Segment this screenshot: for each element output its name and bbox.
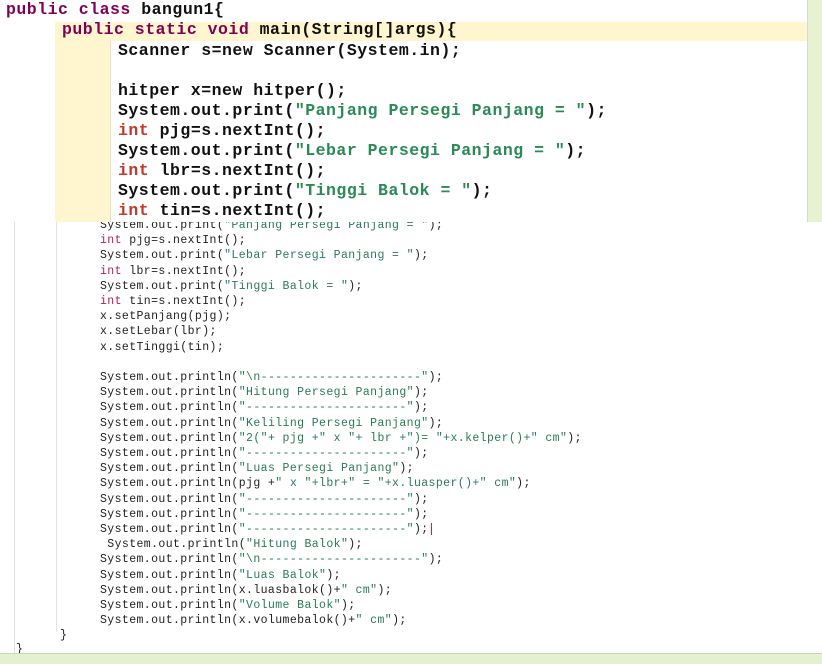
- code-line[interactable]: int pjg=s.nextInt();: [100, 233, 246, 248]
- code-line[interactable]: System.out.println(x.volumebalok()+" cm"…: [100, 613, 407, 628]
- keyword-token: int: [118, 121, 150, 140]
- keyword-token: int: [118, 161, 150, 180]
- keyword-token: public static void: [62, 20, 250, 39]
- code-text: System.out.print("Tinggi Balok = ");: [118, 181, 493, 200]
- code-line[interactable]: System.out.println(pjg +" x "+lbr+" = "+…: [100, 476, 531, 491]
- line-gutter: [0, 222, 14, 664]
- code-line[interactable]: System.out.print("Lebar Persegi Panjang …: [118, 141, 586, 161]
- editor-scroll-strip[interactable]: [808, 0, 822, 222]
- code-line[interactable]: System.out.println("--------------------…: [100, 446, 429, 461]
- code-line[interactable]: public class bangun1{: [6, 0, 224, 20]
- code-line[interactable]: x.setLebar(lbr);: [100, 324, 217, 339]
- code-text: tin=s.nextInt();: [149, 201, 327, 220]
- code-line[interactable]: Scanner s=new Scanner(System.in);: [118, 41, 461, 61]
- indent-guide: [56, 222, 57, 632]
- code-line[interactable]: System.out.println("Luas Persegi Panjang…: [100, 461, 414, 476]
- editor-bottom-panel[interactable]: System.out.print("Panjang Persegi Panjan…: [0, 222, 822, 664]
- code-line[interactable]: System.out.println("Keliling Persegi Pan…: [100, 416, 443, 431]
- code-line[interactable]: hitper x=new hitper();: [118, 81, 347, 101]
- code-text: Scanner s=new Scanner(System.in);: [118, 41, 462, 60]
- code-text: System.out.print("Lebar Persegi Panjang …: [118, 141, 587, 160]
- code-line[interactable]: System.out.println("Hitung Balok");: [100, 537, 363, 552]
- code-line[interactable]: System.out.println("\n------------------…: [100, 552, 443, 567]
- code-line[interactable]: System.out.println(x.luasbalok()+" cm");: [100, 583, 392, 598]
- code-line[interactable]: System.out.println("--------------------…: [100, 400, 429, 415]
- code-text: hitper x=new hitper();: [118, 81, 347, 100]
- code-line[interactable]: System.out.println("--------------------…: [100, 507, 429, 522]
- code-line[interactable]: int pjg=s.nextInt();: [118, 121, 326, 141]
- code-line[interactable]: System.out.println("--------------------…: [100, 492, 429, 507]
- code-text: lbr=s.nextInt();: [149, 161, 327, 180]
- code-line[interactable]: System.out.print("Panjang Persegi Panjan…: [100, 222, 443, 233]
- code-line[interactable]: System.out.print("Tinggi Balok = ");: [100, 279, 363, 294]
- code-line[interactable]: int lbr=s.nextInt();: [100, 264, 246, 279]
- code-text: main(String[]args){: [249, 20, 458, 39]
- code-text: System.out.print("Panjang Persegi Panjan…: [118, 101, 607, 120]
- code-line[interactable]: int tin=s.nextInt();: [118, 201, 326, 221]
- code-line[interactable]: public static void main(String[]args){: [62, 20, 457, 40]
- text-cursor: [430, 522, 432, 535]
- keyword-token: public class: [6, 0, 131, 19]
- code-text: bangun1{: [130, 0, 225, 19]
- code-line[interactable]: System.out.print("Tinggi Balok = ");: [118, 181, 492, 201]
- code-line[interactable]: }: [60, 628, 67, 643]
- code-line[interactable]: System.out.println("Volume Balok");: [100, 598, 356, 613]
- code-line[interactable]: System.out.print("Lebar Persegi Panjang …: [100, 248, 429, 263]
- code-line[interactable]: System.out.print("Panjang Persegi Panjan…: [118, 101, 607, 121]
- code-line[interactable]: System.out.println("--------------------…: [100, 522, 432, 537]
- code-line[interactable]: System.out.println("2("+ pjg +" x "+ lbr…: [100, 431, 582, 446]
- code-line[interactable]: x.setTinggi(tin);: [100, 340, 224, 355]
- code-line[interactable]: System.out.println("\n------------------…: [100, 370, 443, 385]
- code-line[interactable]: int lbr=s.nextInt();: [118, 161, 326, 181]
- code-line[interactable]: x.setPanjang(pjg);: [100, 309, 231, 324]
- block-scope-highlight: [55, 41, 110, 222]
- gutter-border: [14, 222, 15, 664]
- editor-status-bar: [0, 654, 822, 664]
- code-text: pjg=s.nextInt();: [149, 121, 327, 140]
- editor-top-panel[interactable]: public class bangun1{public static void …: [0, 0, 822, 222]
- code-line[interactable]: System.out.println("Luas Balok");: [100, 568, 341, 583]
- indent-guide: [110, 41, 111, 222]
- keyword-token: int: [118, 201, 150, 220]
- code-line[interactable]: int tin=s.nextInt();: [100, 294, 246, 309]
- code-line[interactable]: System.out.println("Hitung Persegi Panja…: [100, 385, 429, 400]
